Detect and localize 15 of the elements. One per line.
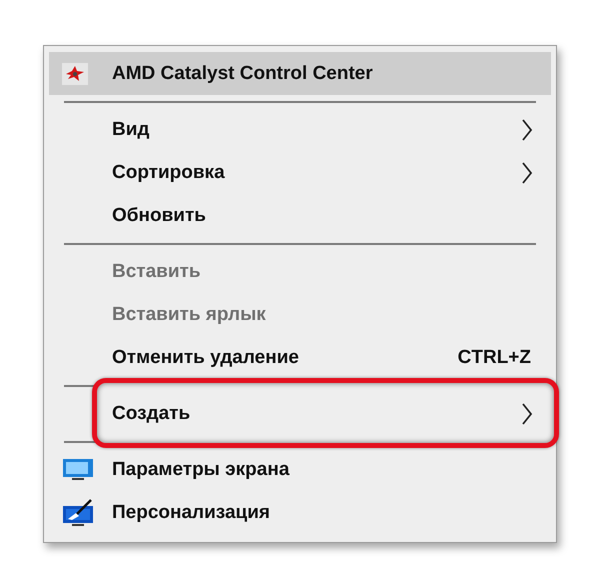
star-burst-icon (62, 62, 88, 84)
menu-item[interactable]: Вид (49, 108, 551, 151)
menu-item[interactable]: Обновить (49, 194, 551, 237)
chevron-icon (521, 118, 533, 140)
menu-item[interactable]: Сортировка (49, 151, 551, 194)
menu-item[interactable]: Создать (49, 392, 551, 435)
menu-item[interactable]: AMD Catalyst Control Center (49, 52, 551, 95)
menu-item[interactable]: Персонализация (49, 491, 551, 534)
menu-item[interactable]: Параметры экрана (49, 448, 551, 491)
shortcut-text: CTRL+Z (458, 346, 531, 368)
chevron-icon (521, 402, 533, 424)
monitor-icon (62, 458, 94, 482)
chevron-icon (521, 162, 533, 184)
monitor-brush-icon (62, 498, 94, 526)
menu-item[interactable]: Отменить удаление CTRL+Z (49, 336, 551, 379)
